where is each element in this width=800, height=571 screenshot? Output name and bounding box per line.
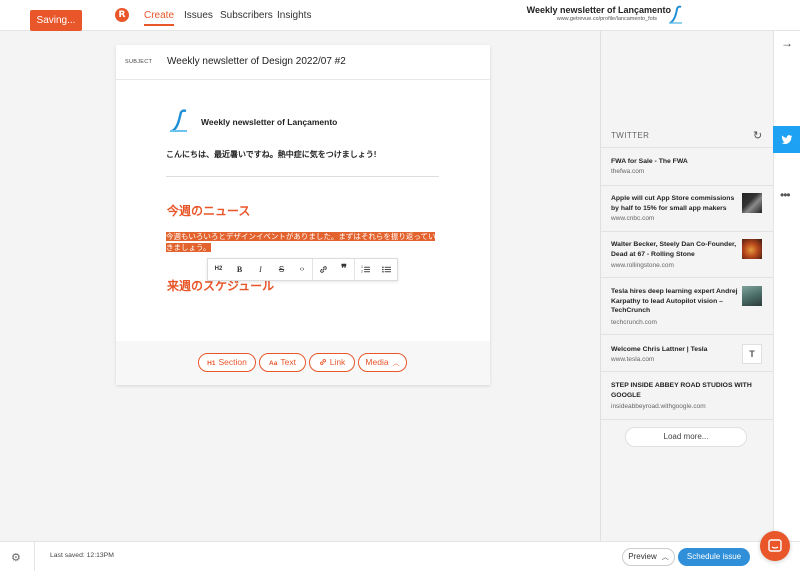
editor-card: SUBJECT Weekly newsletter of Design 2022… <box>116 45 490 385</box>
twitter-item-url: www.tesla.com <box>611 356 655 363</box>
insert-media-label: Media <box>365 357 389 367</box>
chat-icon <box>768 539 782 552</box>
selected-paragraph[interactable]: 今週もいろいろとデザインイベントがありました。まずはそれらを振り返っていきましょ… <box>166 231 440 253</box>
section-icon: H1 <box>207 360 216 367</box>
twitter-item-url: insideabbeyroad.withgoogle.com <box>611 403 706 410</box>
top-bar: Saving... R Create Issues Subscribers In… <box>0 0 800 31</box>
greeting-text[interactable]: こんにちは、最近暑いですね。熱中症に気をつけましょう! <box>166 149 376 160</box>
format-toolbar: H2 B I S ‹› ❞ 1 2 <box>207 258 398 281</box>
last-saved-status: Last saved: 12:13PM <box>50 552 114 559</box>
tesla-logo-icon: T <box>742 344 762 364</box>
svg-text:2: 2 <box>361 270 363 274</box>
nav-subscribers[interactable]: Subscribers <box>220 10 273 26</box>
ordered-list-icon: 1 2 <box>361 265 370 274</box>
newsletter-name: Weekly newsletter of Lançamento <box>201 117 338 127</box>
content-divider <box>166 176 439 177</box>
nav-issues[interactable]: Issues <box>184 10 213 26</box>
nav-insights[interactable]: Insights <box>277 10 311 26</box>
schedule-issue-button[interactable]: Schedule issue <box>678 548 750 566</box>
thumbnail-image <box>742 239 762 259</box>
thumbnail-image <box>742 193 762 213</box>
subject-divider <box>116 79 490 80</box>
twitter-item-title: Welcome Chris Lattner | Tesla <box>611 346 708 353</box>
link-button[interactable] <box>313 259 334 280</box>
saving-button[interactable]: Saving... <box>30 10 82 31</box>
insert-section-button[interactable]: H1 Section <box>198 353 256 372</box>
twitter-item[interactable]: Tesla hires deep learning expert Andrej … <box>601 277 773 334</box>
insert-media-button[interactable]: Media ︿ <box>358 353 407 372</box>
twitter-item[interactable]: Apple will cut App Store commissions by … <box>601 185 773 231</box>
twitter-tab[interactable] <box>773 126 800 153</box>
twitter-item-title: FWA for Sale - The FWA <box>611 158 688 165</box>
arrow-right-icon[interactable]: → <box>781 36 793 50</box>
twitter-item-url: www.rollingstone.com <box>611 262 674 269</box>
insert-section-label: Section <box>218 357 247 367</box>
twitter-item-url: techcrunch.com <box>611 319 657 326</box>
account-title: Weekly newsletter of Lançamento <box>526 5 671 15</box>
twitter-item[interactable]: FWA for Sale - The FWA thefwa.com <box>601 147 773 185</box>
selected-text: 今週もいろいろとデザインイベントがありました。まずはそれらを振り返っていきましょ… <box>166 232 436 252</box>
twitter-item-url: www.cnbc.com <box>611 215 655 222</box>
twitter-item-title: Tesla hires deep learning expert Andrej … <box>611 288 738 314</box>
refresh-icon[interactable]: ↻ <box>753 129 762 142</box>
text-icon: Aa <box>269 360 278 367</box>
twitter-item-title: Apple will cut App Store commissions by … <box>611 195 735 212</box>
bullet-list-icon <box>382 266 391 273</box>
subject-label: SUBJECT <box>125 59 153 65</box>
twitter-list-end <box>601 419 773 420</box>
account-logo-icon <box>669 5 682 24</box>
newsletter-logo-icon <box>170 109 187 133</box>
link-icon <box>319 359 326 365</box>
revue-logo-icon[interactable]: R <box>115 8 129 22</box>
link-icon <box>320 266 327 273</box>
heading2-button[interactable]: H2 <box>208 259 229 280</box>
twitter-item[interactable]: Walter Becker, Steely Dan Co-Founder, De… <box>601 231 773 277</box>
preview-button[interactable]: Preview ︿ <box>622 548 675 566</box>
nav-create[interactable]: Create <box>144 10 175 26</box>
account-url[interactable]: www.getrevue.co/profile/lancamento_fots <box>557 16 657 22</box>
bullet-list-button[interactable] <box>376 259 397 280</box>
sidebar-tab-strip <box>773 31 800 541</box>
subject-input[interactable]: Weekly newsletter of Design 2022/07 #2 <box>167 56 346 67</box>
quote-button[interactable]: ❞ <box>334 259 355 280</box>
twitter-item-title: Walter Becker, Steely Dan Co-Founder, De… <box>611 241 737 258</box>
bottom-divider <box>34 542 35 571</box>
bold-button[interactable]: B <box>229 259 250 280</box>
insert-text-button[interactable]: Aa Text <box>259 353 306 372</box>
strikethrough-button[interactable]: S <box>271 259 292 280</box>
preview-label: Preview <box>628 552 657 561</box>
insert-text-label: Text <box>280 357 296 367</box>
twitter-item-title: STEP INSIDE ABBEY ROAD STUDIOS WITH GOOG… <box>611 382 752 399</box>
twitter-item-url: thefwa.com <box>611 168 645 175</box>
twitter-heading: TWITTER <box>611 131 650 140</box>
thumbnail-image <box>742 286 762 306</box>
bottom-bar: ⚙ Last saved: 12:13PM Preview ︿ Schedule … <box>0 541 800 571</box>
insert-link-button[interactable]: Link <box>309 353 355 372</box>
twitter-icon <box>781 135 793 144</box>
italic-button[interactable]: I <box>250 259 271 280</box>
more-options-icon[interactable]: ••• <box>780 188 791 202</box>
ordered-list-button[interactable]: 1 2 <box>355 259 376 280</box>
gear-icon[interactable]: ⚙ <box>11 551 21 564</box>
twitter-item[interactable]: STEP INSIDE ABBEY ROAD STUDIOS WITH GOOG… <box>601 371 773 419</box>
svg-text:1: 1 <box>361 265 363 269</box>
code-button[interactable]: ‹› <box>292 259 313 280</box>
chat-button[interactable] <box>760 531 790 561</box>
chevron-up-icon: ︿ <box>661 554 669 561</box>
heading-news[interactable]: 今週のニュース <box>167 202 250 219</box>
chevron-up-icon: ︿ <box>392 360 400 367</box>
insert-link-label: Link <box>329 357 346 367</box>
twitter-item[interactable]: Welcome Chris Lattner | Tesla www.tesla.… <box>601 334 773 371</box>
load-more-button[interactable]: Load more... <box>625 427 747 447</box>
